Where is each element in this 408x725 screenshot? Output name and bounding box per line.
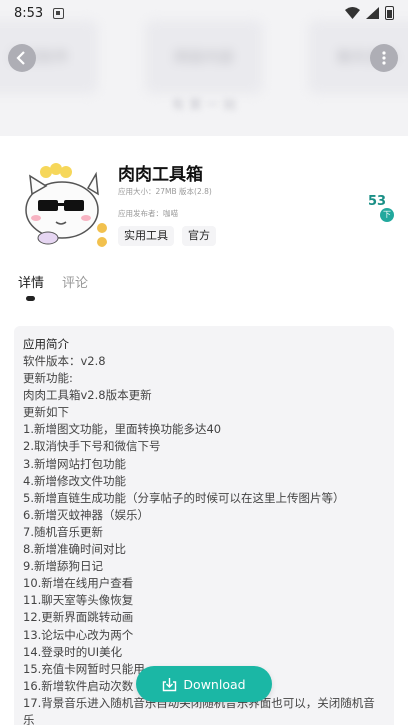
description-line: 4.新增修改文件功能 — [23, 473, 126, 488]
notification-icon — [53, 7, 65, 19]
status-time: 8:53 — [14, 5, 44, 21]
description-line: 8.新增准确时间对比 — [23, 542, 126, 557]
description-title: 应用简介 — [23, 337, 69, 351]
description-line: 14.登录时的UI美化 — [23, 644, 123, 659]
app-detail-card: 肉肉工具箱 应用大小：27MB 版本(2.8) 应用发布者：咖喵 实用工具 官方… — [0, 136, 408, 725]
battery-icon — [385, 6, 394, 20]
description-line: 12.更新界面跳转动画 — [23, 610, 134, 625]
status-bar: 8:53 — [0, 0, 408, 26]
description-line: 5.新增直链生成功能（分享帖子的时候可以在这里上传图片等） — [23, 490, 345, 505]
description-line: 软件版本：v2.8 — [23, 354, 106, 368]
app-icon — [18, 158, 110, 250]
back-button[interactable] — [8, 44, 36, 72]
download-icon — [163, 677, 177, 691]
app-meta: 应用大小：27MB 版本(2.8) — [118, 187, 212, 196]
tab-details[interactable]: 详情 — [18, 272, 44, 291]
detail-tabs: 详情 评论 — [18, 272, 88, 291]
chevron-left-icon — [16, 51, 25, 65]
signal-icon — [366, 7, 379, 19]
description-line: 2.取消快手下号和微信下号 — [23, 439, 161, 454]
description-line: 7.随机音乐更新 — [23, 524, 103, 539]
description-line: 肉肉工具箱v2.8版本更新 — [23, 388, 152, 403]
tab-comments[interactable]: 评论 — [62, 272, 88, 291]
tab-indicator — [26, 296, 35, 301]
description-line: 1.新增图文功能，里面转换功能多达40 — [23, 422, 222, 437]
description-line: 10.新增在线用户查看 — [23, 576, 134, 591]
tag-official[interactable]: 官方 — [182, 226, 216, 246]
more-button[interactable] — [370, 44, 398, 72]
tag-utility[interactable]: 实用工具 — [118, 226, 174, 246]
description-line: 11.聊天室等头像恢复 — [23, 593, 134, 608]
download-count: 53 — [368, 194, 387, 209]
app-publisher: 应用发布者：咖喵 — [118, 209, 178, 218]
cat-sunglasses-icon — [18, 158, 110, 250]
banner-subtitle: 有 第 一 始 — [171, 98, 237, 113]
description-line: 9.新增舔狗日记 — [23, 559, 103, 574]
wifi-icon — [345, 7, 360, 19]
description-line: 更新如下 — [23, 405, 69, 420]
download-count-badge: 下 — [380, 208, 394, 222]
banner-card: 网容内容 — [145, 20, 263, 94]
download-label: Download — [183, 676, 246, 692]
description-line: 13.论坛中心改为两个 — [23, 627, 134, 642]
description-line: 6.新增灭蚊神器（娱乐） — [23, 507, 149, 522]
more-vertical-icon — [382, 51, 386, 65]
download-button[interactable]: Download — [136, 666, 272, 702]
app-name: 肉肉工具箱 — [118, 165, 203, 185]
description-line: 3.新增网站打包功能 — [23, 456, 126, 471]
description-line: 更新功能: — [23, 371, 73, 386]
tag-list: 实用工具 官方 — [118, 226, 216, 246]
